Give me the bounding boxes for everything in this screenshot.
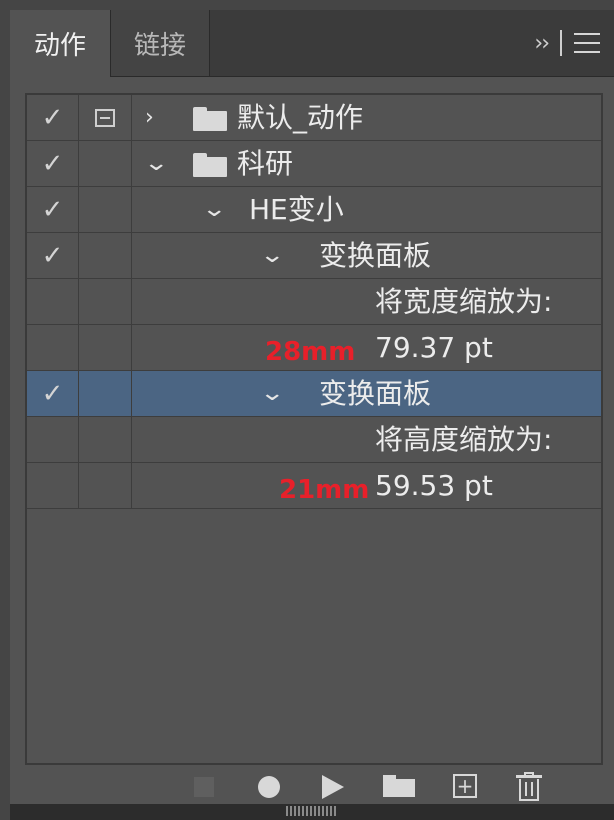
checkmark-icon[interactable]: ✓ (42, 379, 64, 409)
chevron-down-icon[interactable]: ⌄ (259, 233, 285, 279)
step-value-label: 59.53 pt (375, 469, 493, 502)
toggle-dialog-cell[interactable] (79, 325, 132, 371)
toggle-item-cell[interactable] (27, 279, 79, 325)
toggle-item-cell[interactable]: ✓ (27, 187, 79, 233)
new-set-folder-icon[interactable] (383, 775, 415, 797)
toggle-dialog-cell[interactable] (79, 95, 132, 141)
list-item-step-value[interactable]: 28mm 79.37 pt (27, 325, 601, 371)
actions-list: ✓ › 默认_动作 ✓ ⌄ 科研 ✓ ⌄ HE变小 ✓ ⌄ 变换面板 将宽度缩放… (25, 93, 603, 765)
chevron-down-icon[interactable]: ⌄ (201, 187, 227, 233)
list-item-step-detail[interactable]: 将宽度缩放为: (27, 279, 601, 325)
list-item-default-actions[interactable]: ✓ › 默认_动作 (27, 95, 601, 141)
play-icon[interactable] (322, 775, 344, 799)
panel-tab-bar: 动作 链接 ›› (10, 10, 614, 77)
window-top-edge (0, 0, 614, 10)
trash-icon[interactable] (516, 772, 542, 802)
list-item-step-value[interactable]: 21mm 59.53 pt (27, 463, 601, 509)
list-item-step-detail[interactable]: 将高度缩放为: (27, 417, 601, 463)
annotation-width-mm: 28mm (265, 337, 356, 367)
folder-icon (193, 153, 227, 177)
grip-icon[interactable] (286, 806, 338, 816)
toggle-item-cell[interactable]: ✓ (27, 233, 79, 279)
step-detail-label: 将宽度缩放为: (375, 285, 553, 318)
toggle-dialog-cell[interactable] (79, 417, 132, 463)
toggle-dialog-cell[interactable] (79, 279, 132, 325)
toggle-item-cell[interactable] (27, 417, 79, 463)
toggle-dialog-cell[interactable] (79, 141, 132, 187)
panel-resize-handle[interactable] (10, 804, 614, 820)
chevron-right-icon[interactable]: › (145, 95, 154, 141)
checkmark-icon[interactable]: ✓ (42, 195, 64, 225)
list-item-transform-step-selected[interactable]: ✓ ⌄ 变换面板 (27, 371, 601, 417)
checkmark-icon[interactable]: ✓ (42, 149, 64, 179)
tool-divider (560, 30, 562, 56)
toggle-item-cell[interactable]: ✓ (27, 371, 79, 417)
chevron-down-icon[interactable]: ⌄ (259, 371, 285, 417)
window-left-edge (0, 0, 10, 820)
list-item-transform-step[interactable]: ✓ ⌄ 变换面板 (27, 233, 601, 279)
stop-icon[interactable] (194, 777, 214, 797)
step-detail-label: 将高度缩放为: (375, 423, 553, 456)
panel-menu-icon[interactable] (574, 33, 600, 53)
annotation-height-mm: 21mm (279, 475, 370, 505)
step-value-label: 79.37 pt (375, 331, 493, 364)
action-label: HE变小 (249, 193, 344, 226)
toggle-dialog-cell[interactable] (79, 463, 132, 509)
dialog-toggle-icon[interactable] (95, 109, 115, 127)
step-label: 变换面板 (319, 377, 432, 410)
checkmark-icon[interactable]: ✓ (42, 241, 64, 271)
panel-tools: ›› (534, 10, 600, 76)
toggle-dialog-cell[interactable] (79, 233, 132, 279)
action-set-label: 科研 (237, 147, 294, 180)
chevron-down-icon[interactable]: ⌄ (143, 141, 169, 187)
toggle-dialog-cell[interactable] (79, 187, 132, 233)
new-action-icon[interactable]: + (453, 774, 477, 798)
action-set-label: 默认_动作 (237, 101, 364, 134)
list-item-research-set[interactable]: ✓ ⌄ 科研 (27, 141, 601, 187)
tab-actions[interactable]: 动作 (10, 10, 111, 77)
toggle-item-cell[interactable] (27, 463, 79, 509)
checkmark-icon[interactable]: ✓ (42, 103, 64, 133)
toggle-item-cell[interactable]: ✓ (27, 95, 79, 141)
list-item-he-action[interactable]: ✓ ⌄ HE变小 (27, 187, 601, 233)
step-label: 变换面板 (319, 239, 432, 272)
toggle-item-cell[interactable]: ✓ (27, 141, 79, 187)
tab-links[interactable]: 链接 (111, 10, 210, 76)
collapse-panel-icon[interactable]: ›› (534, 31, 550, 56)
toggle-item-cell[interactable] (27, 325, 79, 371)
actions-panel: 动作 链接 ›› ✓ › 默认_动作 ✓ ⌄ 科研 ✓ ⌄ HE变小 ✓ ⌄ 变… (10, 10, 614, 820)
toggle-dialog-cell[interactable] (79, 371, 132, 417)
record-icon[interactable] (258, 776, 280, 798)
folder-icon (193, 107, 227, 131)
